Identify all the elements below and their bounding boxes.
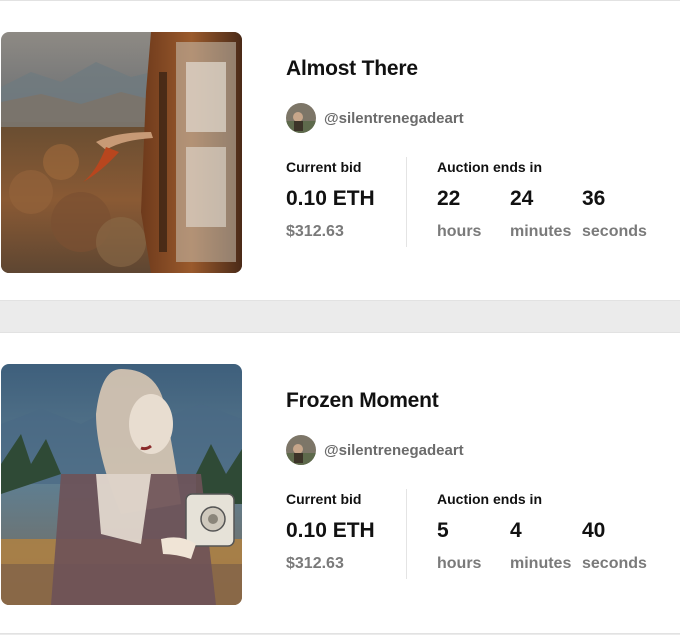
artwork-title[interactable]: Frozen Moment bbox=[286, 389, 439, 413]
countdown-seconds-value: 36 bbox=[582, 187, 606, 210]
creator-link[interactable]: @silentrenegadeart bbox=[286, 103, 464, 133]
artwork-image[interactable] bbox=[1, 32, 242, 273]
creator-handle: @silentrenegadeart bbox=[324, 441, 464, 459]
current-bid-amount: 0.10 ETH bbox=[286, 187, 375, 210]
countdown-seconds-value: 40 bbox=[582, 519, 606, 542]
divider bbox=[406, 489, 407, 579]
current-bid-usd: $312.63 bbox=[286, 555, 344, 572]
auction-card[interactable]: Almost There @silentrenegadeart Current … bbox=[0, 0, 680, 301]
current-bid-label: Current bid bbox=[286, 159, 362, 175]
creator-handle: @silentrenegadeart bbox=[324, 109, 464, 127]
countdown-minutes-value: 24 bbox=[510, 187, 534, 210]
current-bid-amount: 0.10 ETH bbox=[286, 519, 375, 542]
artwork-image[interactable] bbox=[1, 364, 242, 605]
auction-ends-label: Auction ends in bbox=[437, 159, 542, 175]
countdown-minutes-unit: minutes bbox=[510, 555, 572, 572]
current-bid-label: Current bid bbox=[286, 491, 362, 507]
countdown-seconds-unit: seconds bbox=[582, 223, 647, 240]
countdown-hours-value: 22 bbox=[437, 187, 461, 210]
countdown-seconds-unit: seconds bbox=[582, 555, 647, 572]
divider bbox=[406, 157, 407, 247]
creator-link[interactable]: @silentrenegadeart bbox=[286, 435, 464, 465]
countdown-hours-unit: hours bbox=[437, 555, 482, 572]
current-bid-usd: $312.63 bbox=[286, 223, 344, 240]
countdown-minutes-value: 4 bbox=[510, 519, 522, 542]
auction-ends-label: Auction ends in bbox=[437, 491, 542, 507]
avatar bbox=[286, 435, 316, 465]
auction-card[interactable]: Frozen Moment @silentrenegadeart Current… bbox=[0, 332, 680, 634]
artwork-title[interactable]: Almost There bbox=[286, 57, 418, 81]
countdown-minutes-unit: minutes bbox=[510, 223, 572, 240]
countdown-hours-value: 5 bbox=[437, 519, 449, 542]
avatar bbox=[286, 103, 316, 133]
countdown-hours-unit: hours bbox=[437, 223, 482, 240]
